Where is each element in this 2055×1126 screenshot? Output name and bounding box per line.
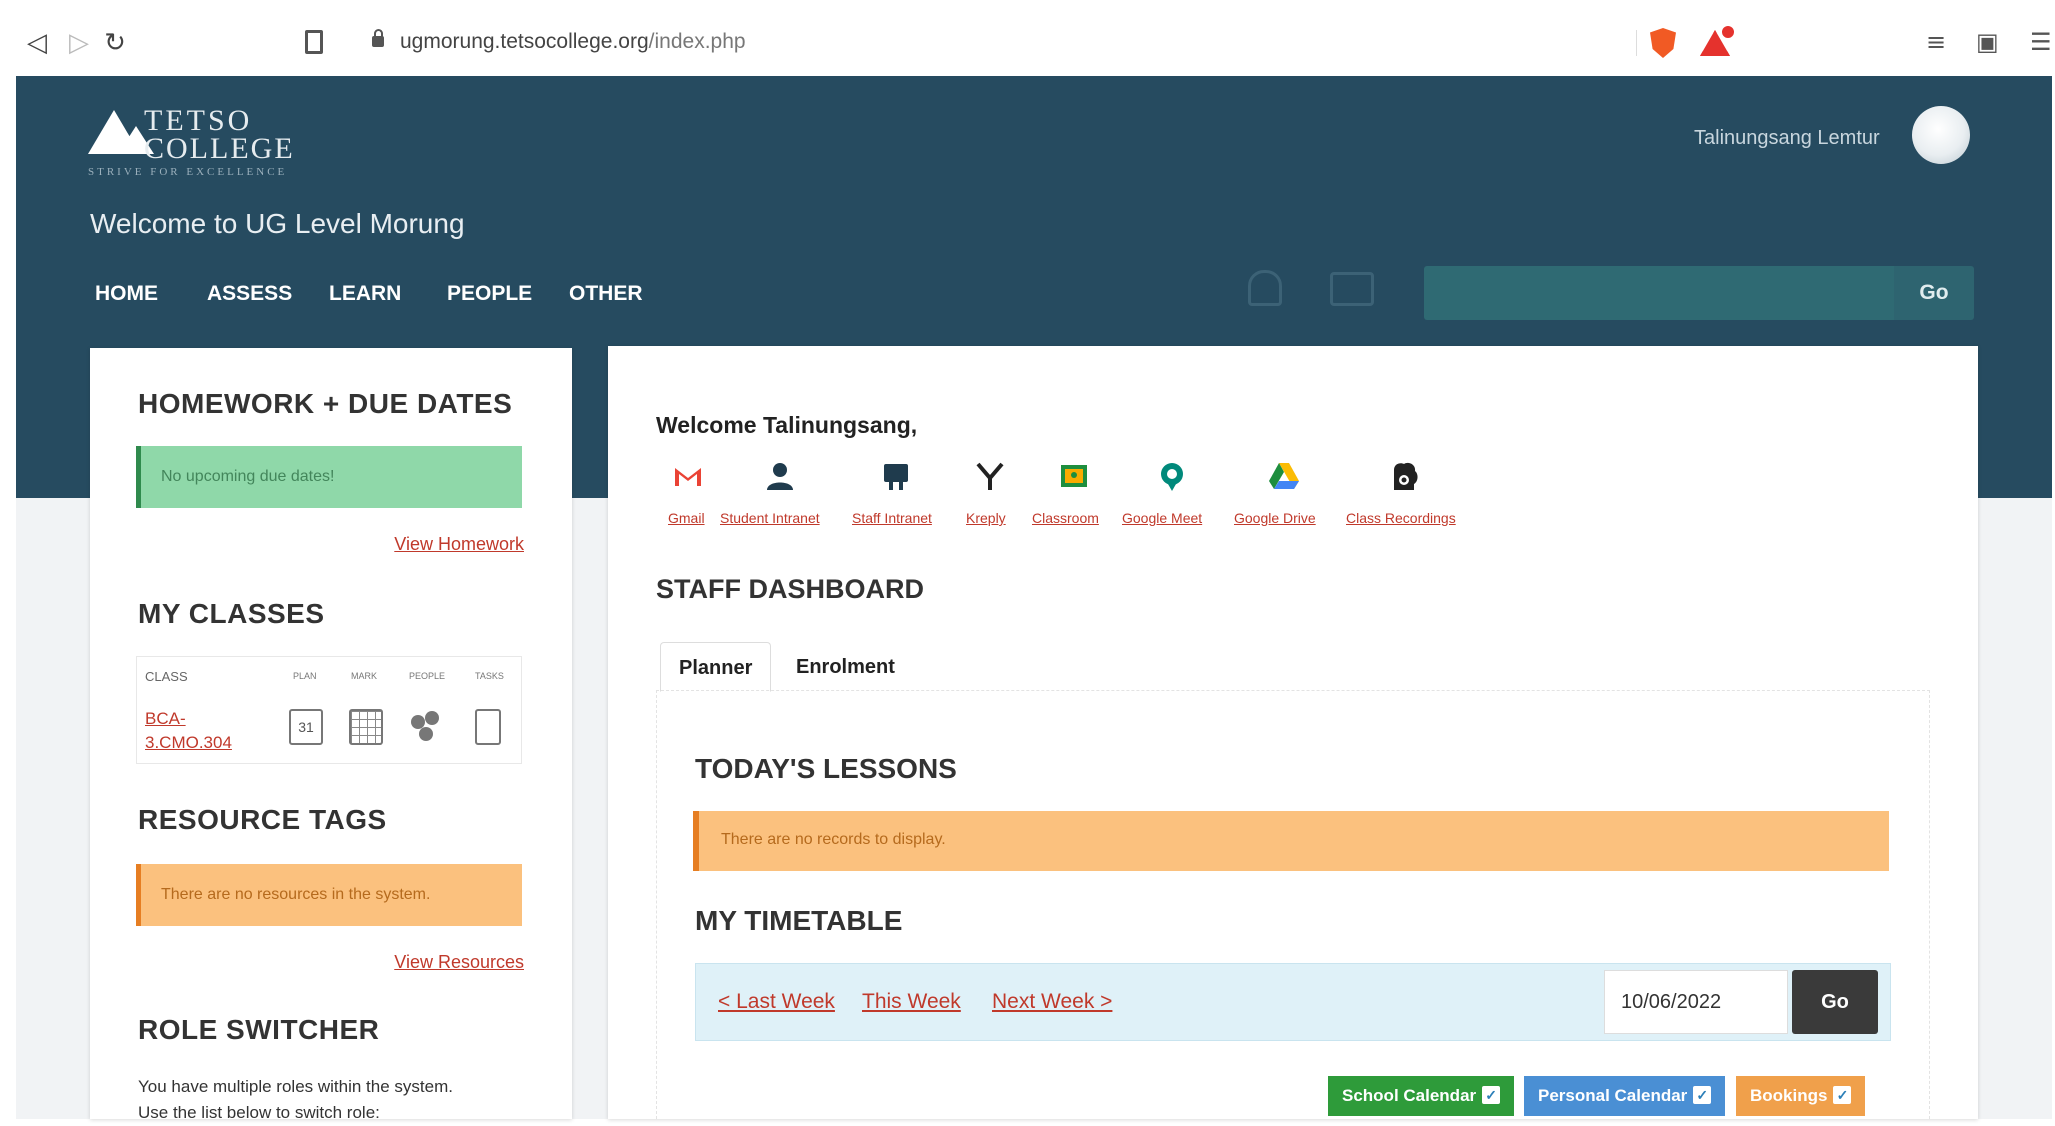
view-resources-link[interactable]: View Resources: [394, 952, 524, 973]
check-icon: ✓: [1693, 1086, 1712, 1104]
bookings-toggle[interactable]: Bookings ✓: [1736, 1076, 1866, 1116]
student-icon[interactable]: [764, 460, 796, 492]
homework-title: HOMEWORK + DUE DATES: [138, 388, 513, 419]
wallet-icon[interactable]: ▣: [1976, 28, 1999, 56]
this-week-link[interactable]: This Week: [862, 990, 961, 1014]
role-text-line2: Use the list below to switch role:: [138, 1103, 380, 1122]
toolbar-divider: [1636, 30, 1637, 56]
app-link-student-intranet[interactable]: Student Intranet: [720, 510, 820, 526]
planner-panel: TODAY'S LESSONS There are no records to …: [656, 690, 1930, 1119]
classroom-icon[interactable]: [1058, 460, 1090, 492]
class-link[interactable]: BCA-3.CMO.304: [145, 707, 245, 755]
nav-people[interactable]: PEOPLE: [447, 282, 532, 306]
back-icon[interactable]: ◁: [22, 28, 52, 58]
bookings-label: Bookings: [1750, 1086, 1828, 1105]
search-go-button[interactable]: Go: [1894, 266, 1974, 320]
app-link-google-meet[interactable]: Google Meet: [1122, 510, 1202, 526]
my-classes-title: MY CLASSES: [138, 598, 325, 629]
site-welcome-title: Welcome to UG Level Morung: [90, 208, 465, 239]
message-icon[interactable]: [1330, 272, 1374, 306]
classes-header-people: PEOPLE: [409, 671, 446, 681]
nav-home[interactable]: HOME: [95, 282, 158, 306]
school-calendar-toggle[interactable]: School Calendar ✓: [1328, 1076, 1515, 1116]
meet-icon[interactable]: [1156, 460, 1188, 492]
bookmark-icon[interactable]: [305, 30, 323, 54]
app-link-classroom[interactable]: Classroom: [1032, 510, 1099, 526]
main-panel: Welcome Talinungsang, Gmail Student Intr…: [608, 346, 1978, 1119]
logo-text-line2: COLLEGE: [144, 132, 295, 165]
my-timetable-title: MY TIMETABLE: [695, 905, 903, 936]
classes-header-plan: PLAN: [293, 671, 317, 681]
tab-enrolment[interactable]: Enrolment: [778, 642, 913, 692]
markbook-grid-icon[interactable]: [349, 709, 383, 745]
user-name[interactable]: Talinungsang Lemtur: [1694, 127, 1880, 150]
role-switcher-text: You have multiple roles within the syste…: [138, 1074, 453, 1126]
menu-icon[interactable]: ☰: [2030, 28, 2052, 56]
staff-dashboard-title: STAFF DASHBOARD: [656, 574, 924, 604]
next-week-link[interactable]: Next Week >: [992, 990, 1112, 1014]
role-switcher-title: ROLE SWITCHER: [138, 1014, 380, 1045]
gmail-icon[interactable]: [672, 460, 704, 492]
bell-icon[interactable]: [1248, 270, 1282, 306]
kreply-icon[interactable]: [974, 460, 1006, 492]
classes-table: CLASS PLAN MARK PEOPLE TASKS BCA-3.CMO.3…: [136, 656, 522, 764]
check-icon: ✓: [1482, 1086, 1501, 1104]
avatar[interactable]: [1912, 106, 1970, 164]
lessons-alert: There are no records to display.: [693, 811, 1889, 871]
resource-tags-title: RESOURCE TAGS: [138, 804, 387, 835]
recordings-icon[interactable]: [1388, 460, 1420, 492]
nav-learn[interactable]: LEARN: [329, 282, 401, 306]
personal-calendar-label: Personal Calendar: [1538, 1086, 1688, 1105]
view-homework-link[interactable]: View Homework: [394, 534, 524, 555]
forward-icon[interactable]: ▷: [64, 28, 94, 58]
school-calendar-label: School Calendar: [1342, 1086, 1477, 1105]
resources-alert: There are no resources in the system.: [136, 864, 522, 926]
app-link-class-recordings[interactable]: Class Recordings: [1346, 510, 1456, 526]
sidebar: HOMEWORK + DUE DATES No upcoming due dat…: [90, 348, 572, 1122]
classes-header-mark: MARK: [351, 671, 378, 681]
tasks-clipboard-icon[interactable]: [475, 709, 501, 745]
nav-assess[interactable]: ASSESS: [207, 282, 292, 306]
address-bar[interactable]: ugmorung.tetsocollege.org/index.php: [400, 30, 746, 54]
app-link-kreply[interactable]: Kreply: [966, 510, 1006, 526]
check-icon: ✓: [1833, 1086, 1852, 1104]
calendar-icon[interactable]: 31: [289, 709, 323, 745]
date-field[interactable]: [1604, 970, 1788, 1034]
nav-other[interactable]: OTHER: [569, 282, 643, 306]
search-input[interactable]: [1424, 266, 1894, 320]
timetable-go-button[interactable]: Go: [1792, 970, 1878, 1034]
people-icon[interactable]: [409, 709, 443, 745]
main-welcome: Welcome Talinungsang,: [656, 412, 918, 438]
drive-icon[interactable]: [1268, 460, 1300, 492]
todays-lessons-title: TODAY'S LESSONS: [695, 753, 957, 784]
notification-badge: [1720, 24, 1736, 40]
logo-tagline: STRIVE FOR EXCELLENCE: [88, 166, 288, 178]
app-link-staff-intranet[interactable]: Staff Intranet: [852, 510, 932, 526]
reading-list-icon[interactable]: ≡: [1926, 28, 1946, 56]
personal-calendar-toggle[interactable]: Personal Calendar ✓: [1524, 1076, 1726, 1116]
brave-shield-icon[interactable]: [1650, 28, 1676, 58]
timetable-nav: < Last Week This Week Next Week > Go: [695, 963, 1891, 1041]
browser-toolbar: ◁ ▷ ↻ ugmorung.tetsocollege.org/index.ph…: [0, 0, 2055, 76]
classes-header-class: CLASS: [145, 669, 188, 684]
homework-alert: No upcoming due dates!: [136, 446, 522, 508]
app-link-google-drive[interactable]: Google Drive: [1234, 510, 1316, 526]
reload-icon[interactable]: ↻: [100, 28, 130, 58]
last-week-link[interactable]: < Last Week: [718, 990, 835, 1014]
college-logo[interactable]: TETSO COLLEGE STRIVE FOR EXCELLENCE: [88, 100, 328, 180]
lock-icon: [372, 29, 384, 47]
tab-planner[interactable]: Planner: [660, 642, 772, 692]
app-link-gmail[interactable]: Gmail: [668, 510, 705, 526]
staff-icon[interactable]: [880, 460, 912, 492]
classes-header-tasks: TASKS: [475, 671, 504, 681]
role-text-line1: You have multiple roles within the syste…: [138, 1077, 453, 1096]
